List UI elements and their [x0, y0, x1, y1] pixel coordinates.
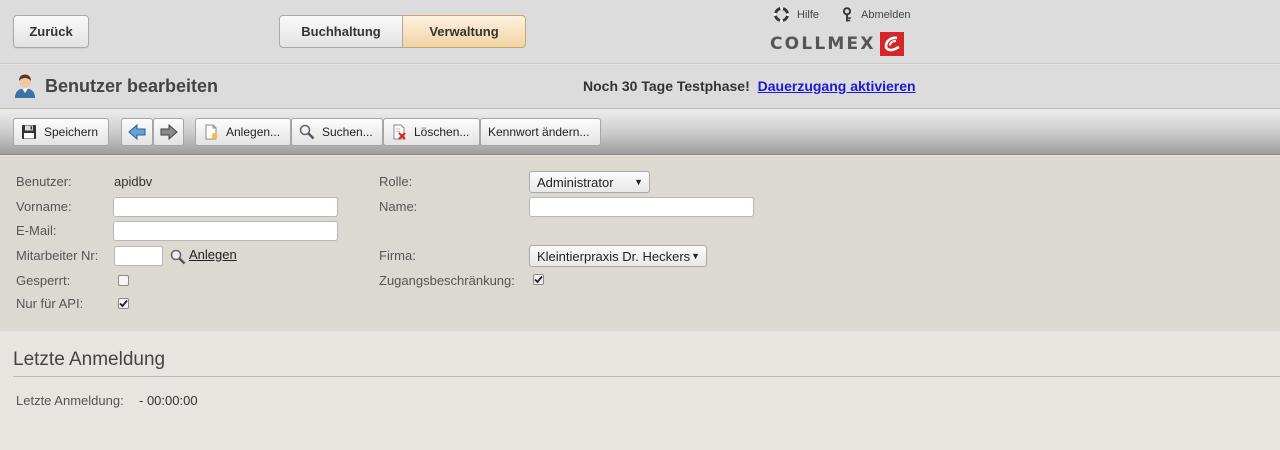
logo-mark-icon [879, 32, 904, 56]
email-label: E-Mail: [16, 223, 57, 238]
last-login-section-title: Letzte Anmeldung [13, 349, 166, 370]
company-select[interactable]: Kleintierpraxis Dr. Heckers ▼ [529, 245, 707, 267]
main-tabs: Buchhaltung Verwaltung [279, 15, 526, 48]
employee-create-link[interactable]: Anlegen [189, 247, 237, 262]
search-button[interactable]: Suchen... [291, 118, 383, 146]
access-restriction-checkbox[interactable] [533, 274, 544, 285]
last-login-label: Letzte Anmeldung: [16, 393, 124, 408]
arrow-left-icon [128, 124, 146, 140]
user-form: Benutzer: apidbv Vorname: E-Mail: Mitarb… [0, 156, 1280, 331]
email-input[interactable] [113, 221, 338, 241]
employee-number-input[interactable] [114, 246, 163, 266]
locked-checkbox[interactable] [118, 275, 129, 286]
collmex-logo: COLLMEX [770, 32, 904, 56]
employee-number-label: Mitarbeiter Nr: [16, 248, 99, 263]
previous-button[interactable] [121, 118, 153, 146]
company-value: Kleintierpraxis Dr. Heckers [537, 248, 691, 264]
next-button[interactable] [153, 118, 184, 146]
employee-search-icon[interactable] [170, 249, 186, 265]
key-icon [842, 7, 852, 22]
help-label: Hilfe [797, 8, 820, 21]
dropdown-arrow-icon: ▼ [691, 251, 700, 261]
create-button[interactable]: Anlegen... [195, 118, 291, 146]
logo-text: COLLMEX [770, 34, 876, 54]
floppy-disk-icon [22, 125, 36, 139]
arrow-right-icon [160, 124, 178, 140]
role-label: Rolle: [379, 174, 413, 189]
user-label: Benutzer: [16, 174, 72, 189]
delete-label: Löschen... [414, 125, 470, 139]
help-link[interactable]: Hilfe [774, 7, 819, 22]
top-header: Zurück Buchhaltung Verwaltung Hilfe Abme… [0, 0, 1280, 64]
lifebuoy-icon [774, 7, 789, 22]
page-title: Benutzer bearbeiten [45, 76, 219, 96]
api-only-checkbox[interactable] [118, 298, 129, 309]
save-label: Speichern [44, 125, 99, 139]
name-input[interactable] [529, 197, 754, 217]
company-label: Firma: [379, 248, 416, 263]
firstname-input[interactable] [113, 197, 338, 217]
tab-buchhaltung[interactable]: Buchhaltung [279, 15, 403, 48]
search-label: Suchen... [322, 125, 373, 139]
change-password-button[interactable]: Kennwort ändern... [480, 118, 601, 146]
change-password-label: Kennwort ändern... [488, 125, 590, 139]
api-only-label: Nur für API: [16, 296, 84, 311]
trial-notice: Noch 30 Tage Testphase! Dauerzugang akti… [583, 78, 916, 94]
delete-button[interactable]: Löschen... [383, 118, 480, 146]
dropdown-arrow-icon: ▼ [634, 177, 643, 187]
logout-link[interactable]: Abmelden [841, 7, 911, 22]
create-label: Anlegen... [226, 125, 281, 139]
user-value: apidbv [114, 174, 153, 189]
last-login-value: - 00:00:00 [139, 393, 198, 408]
top-links: Hilfe Abmelden [774, 7, 933, 22]
tab-verwaltung[interactable]: Verwaltung [403, 15, 526, 48]
section-divider [13, 376, 1280, 377]
locked-label: Gesperrt: [16, 273, 71, 288]
activate-link[interactable]: Dauerzugang aktivieren [758, 78, 916, 94]
user-icon [15, 74, 35, 98]
firstname-label: Vorname: [16, 199, 72, 214]
access-restriction-label: Zugangsbeschränkung: [379, 273, 515, 288]
new-document-icon [205, 124, 218, 140]
save-button[interactable]: Speichern [13, 118, 109, 146]
checkmark-icon [534, 275, 543, 284]
checkmark-icon [119, 299, 128, 308]
delete-document-icon [393, 124, 406, 140]
name-label: Name: [379, 199, 418, 214]
back-button[interactable]: Zurück [13, 15, 89, 48]
magnifier-icon [299, 124, 315, 140]
trial-text: Noch 30 Tage Testphase! [583, 78, 750, 94]
logout-label: Abmelden [861, 8, 911, 21]
toolbar: Speichern Anlegen... Suchen... Löschen..… [0, 110, 1280, 155]
role-value: Administrator [537, 174, 614, 190]
role-select[interactable]: Administrator ▼ [529, 171, 650, 193]
title-bar: Benutzer bearbeiten Noch 30 Tage Testpha… [0, 65, 1280, 109]
